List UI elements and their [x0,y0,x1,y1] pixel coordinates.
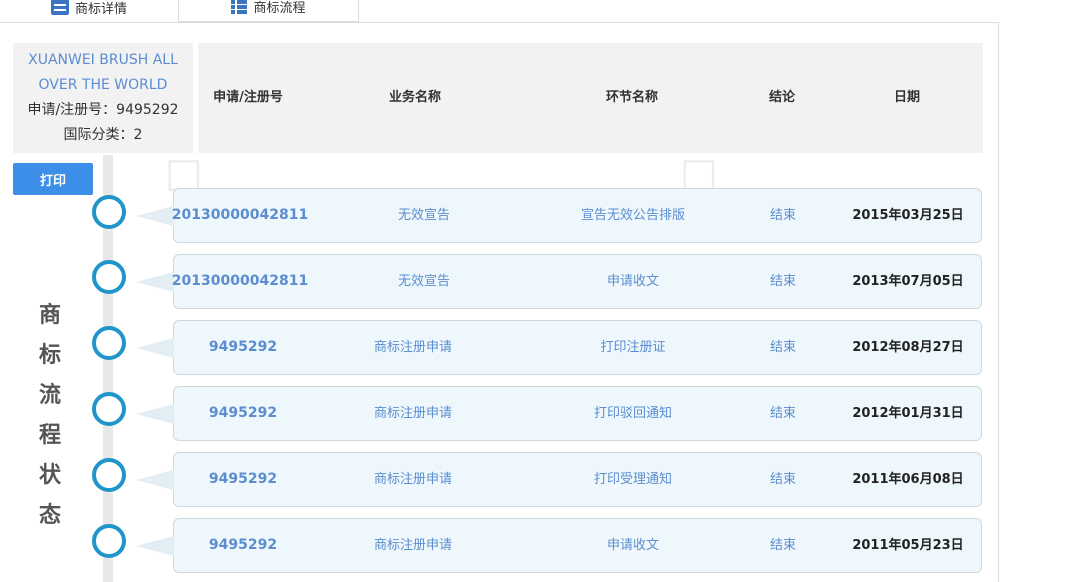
row-business: 商标注册申请 [373,340,453,355]
row-pointer [136,272,174,292]
row-step: 打印受理通知 [593,472,673,487]
title-char: 流 [38,383,61,408]
flow-row: 9495292 商标注册申请 打印注册证 结束 2012年08月27日 [136,320,982,375]
row-result: 结束 [769,406,797,421]
row-business: 商标注册申请 [373,406,453,421]
column-header-reg-no: 申请/注册号 [213,90,283,105]
flow-row: 9495292 商标注册申请 申请收文 结束 2011年05月23日 [136,518,982,573]
list-icon [231,0,248,14]
row-date: 2011年05月23日 [852,538,964,553]
row-result: 结束 [769,472,797,487]
title-char: 程 [38,423,61,448]
title-char: 商 [38,303,61,328]
registration-number: 申请/注册号：9495292 [27,102,179,118]
row-result: 结束 [769,340,797,355]
row-business: 商标注册申请 [373,538,453,553]
row-date: 2012年08月27日 [852,340,964,355]
print-button[interactable]: 打印 [13,163,93,195]
column-header-result: 结论 [768,90,796,105]
timeline-node [92,524,126,558]
row-business: 无效宣告 [397,274,451,289]
column-header-step: 环节名称 [605,90,659,105]
row-step: 宣告无效公告排版 [580,208,686,223]
column-header-date: 日期 [893,90,921,105]
row-date: 2012年01月31日 [852,406,964,421]
tab-label: 商标流程 [253,1,306,16]
row-date: 2015年03月25日 [852,208,964,223]
row-pointer [136,404,174,424]
row-business: 商标注册申请 [373,472,453,487]
row-step: 打印注册证 [600,340,666,355]
timeline-node [92,458,126,492]
row-pointer [136,470,174,490]
title-char: 标 [38,343,61,368]
timeline-node [92,195,126,229]
row-date: 2011年06月08日 [852,472,964,487]
flow-row: 20130000042811 无效宣告 申请收文 结束 2013年07月05日 [136,254,982,309]
row-result: 结束 [769,538,797,553]
row-reg-no[interactable]: 9495292 [209,387,277,440]
table-header: 申请/注册号 业务名称 环节名称 结论 日期 [198,43,983,153]
timeline-node [92,392,126,426]
title-char: 状 [38,463,61,488]
timeline-node [92,260,126,294]
flow-row: 9495292 商标注册申请 打印驳回通知 结束 2012年01月31日 [136,386,982,441]
row-result: 结束 [769,274,797,289]
timeline-node [92,326,126,360]
title-char: 态 [38,503,61,528]
row-pointer [136,206,174,226]
trademark-name: XUANWEI BRUSH ALL OVER THE WORLD [28,52,178,93]
flow-status-title: 商 标 流 程 状 态 [36,296,64,536]
row-pointer [136,536,174,556]
row-pointer [136,338,174,358]
tab-bar: 商标详情 商标流程 [0,0,1000,22]
flow-row: 9495292 商标注册申请 打印受理通知 结束 2011年06月08日 [136,452,982,507]
row-reg-no[interactable]: 20130000042811 [172,189,308,242]
row-reg-no[interactable]: 20130000042811 [172,255,308,308]
row-business: 无效宣告 [397,208,451,223]
tab-label: 商标详情 [74,1,127,17]
row-step: 打印驳回通知 [593,406,673,421]
flow-row: 20130000042811 无效宣告 宣告无效公告排版 结束 2015年03月… [136,188,982,243]
document-icon [50,0,69,15]
tab-trademark-flow[interactable]: 商标流程 [179,0,359,22]
row-date: 2013年07月05日 [852,274,964,289]
row-reg-no[interactable]: 9495292 [209,321,277,374]
row-step: 申请收文 [606,538,660,553]
column-header-business: 业务名称 [388,90,442,105]
row-reg-no[interactable]: 9495292 [209,453,277,506]
row-reg-no[interactable]: 9495292 [209,519,277,572]
tab-trademark-details[interactable]: 商标详情 [0,0,179,22]
row-result: 结束 [769,208,797,223]
trademark-info-box: XUANWEI BRUSH ALL OVER THE WORLD 申请/注册号：… [13,43,193,153]
row-step: 申请收文 [606,274,660,289]
international-class: 国际分类：2 [63,127,143,143]
